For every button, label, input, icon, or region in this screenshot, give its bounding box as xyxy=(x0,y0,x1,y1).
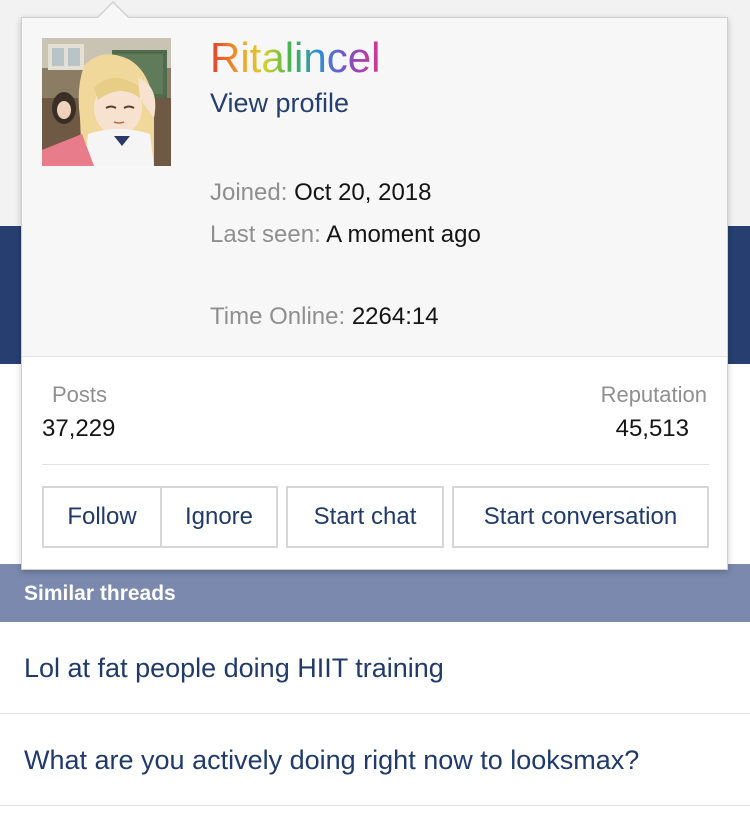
start-chat-button[interactable]: Start chat xyxy=(286,486,444,548)
posts-count: 37,229 xyxy=(42,415,116,442)
similar-threads-header: Similar threads xyxy=(0,564,750,622)
time-online-label: Time Online: xyxy=(210,303,346,330)
time-online-info: Time Online: 2264:14 xyxy=(210,303,439,331)
avatar[interactable] xyxy=(42,38,171,166)
joined-value: Oct 20, 2018 xyxy=(294,179,432,206)
last-seen-info: Last seen: A moment ago xyxy=(210,221,481,249)
time-online-value: 2264:14 xyxy=(351,303,439,330)
joined-label: Joined: xyxy=(210,179,288,206)
popup-pointer xyxy=(98,3,128,18)
follow-button[interactable]: Follow xyxy=(42,486,162,548)
username-link[interactable]: Ritalincel xyxy=(210,34,380,82)
similar-thread-link[interactable]: Lol at fat people doing HIIT training xyxy=(0,622,750,714)
reputation-label: Reputation xyxy=(600,382,707,407)
member-tooltip-card: Ritalincel View profile Joined: Oct 20, … xyxy=(21,17,728,570)
start-conversation-button[interactable]: Start conversation xyxy=(452,486,709,548)
reputation-count: 45,513 xyxy=(615,415,689,442)
stats-divider xyxy=(42,464,709,465)
similar-thread-link[interactable]: What are you actively doing right now to… xyxy=(0,714,750,806)
anime-avatar-icon xyxy=(42,38,171,166)
posts-label: Posts xyxy=(52,382,108,407)
joined-info: Joined: Oct 20, 2018 xyxy=(210,179,432,207)
ignore-button[interactable]: Ignore xyxy=(160,486,278,548)
last-seen-label: Last seen: xyxy=(210,221,321,248)
last-seen-value: A moment ago xyxy=(326,221,481,248)
view-profile-link[interactable]: View profile xyxy=(210,88,349,119)
